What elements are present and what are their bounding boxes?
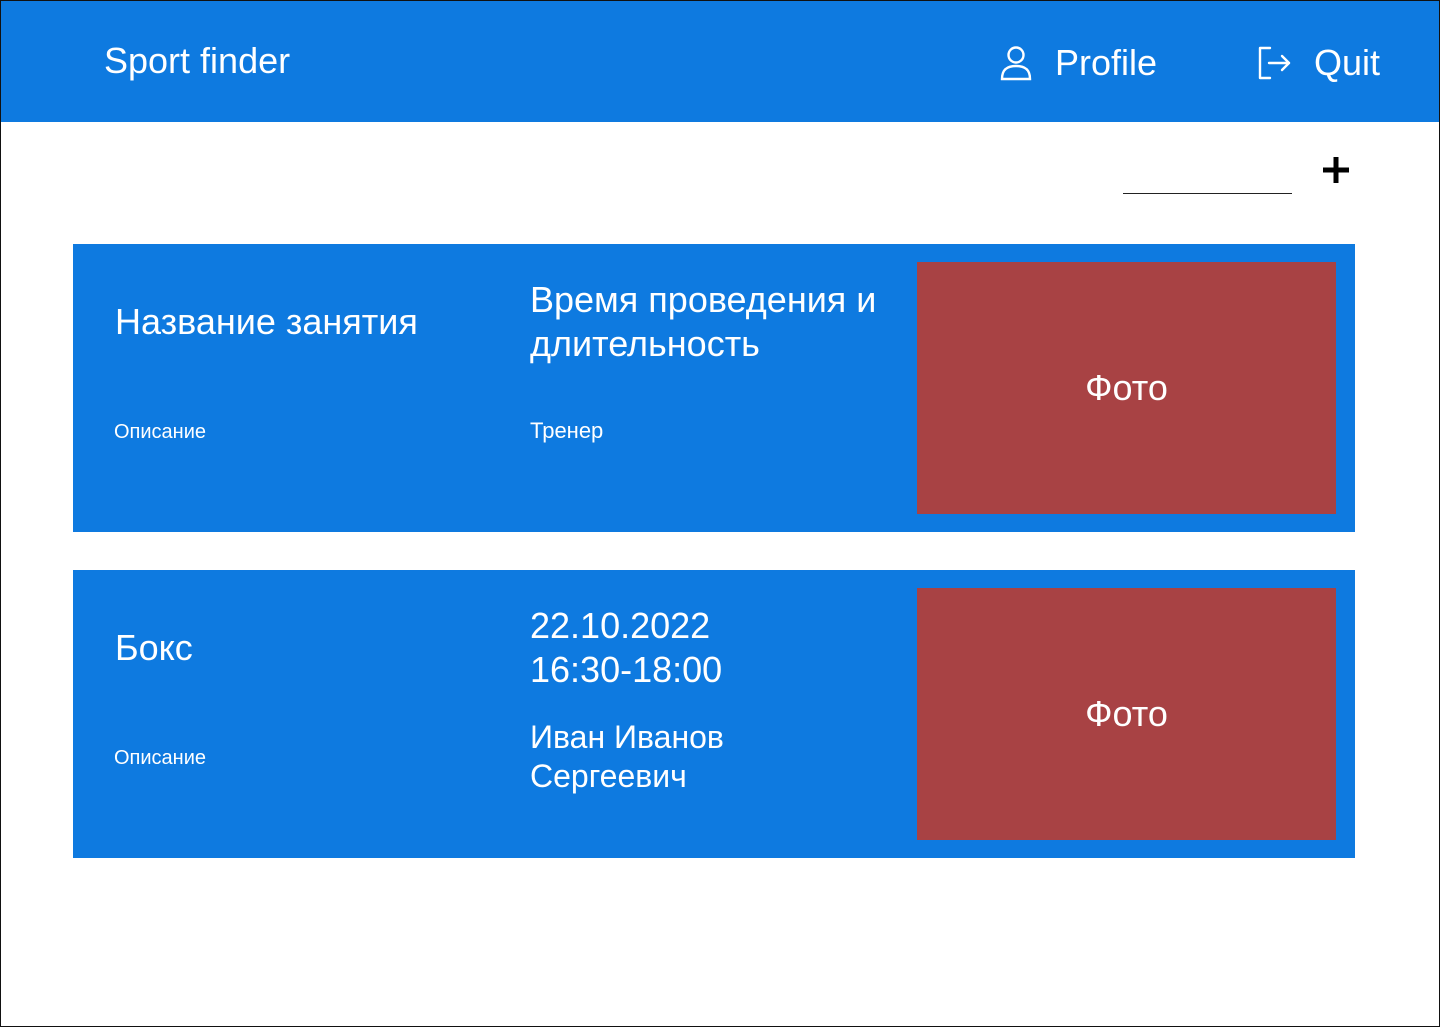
quit-link[interactable]: Quit [1256, 41, 1380, 85]
class-title: Бокс [115, 627, 193, 668]
photo-label: Фото [1085, 367, 1168, 408]
class-time-range: 16:30-18:00 [530, 649, 723, 690]
class-photo: Фото [917, 262, 1336, 514]
class-time: Время проведения и длительность [530, 279, 877, 364]
add-class-button[interactable] [1319, 153, 1353, 187]
user-icon [999, 45, 1033, 81]
plus-icon [1323, 157, 1349, 183]
class-title: Название занятия [115, 301, 418, 342]
photo-label: Фото [1085, 693, 1168, 734]
logout-icon [1256, 45, 1292, 81]
app-title[interactable]: Sport finder [104, 41, 290, 81]
profile-label: Profile [1055, 42, 1158, 83]
search-input-underline[interactable] [1123, 193, 1292, 194]
page: Sport finder Profile Quit Название занят… [0, 0, 1440, 1027]
class-date: 22.10.2022 [530, 605, 711, 646]
class-datetime: 22.10.2022 16:30-18:00 [530, 604, 890, 692]
top-header: Sport finder Profile Quit [1, 1, 1439, 122]
class-trainer: Тренер [530, 418, 604, 443]
class-description: Описание [114, 421, 207, 443]
class-trainer: Иван Иванов Сергеевич [530, 719, 724, 794]
class-card[interactable]: Название занятия Описание Время проведен… [73, 244, 1355, 532]
class-card[interactable]: Бокс Описание 22.10.2022 16:30-18:00 Ива… [73, 570, 1355, 858]
quit-label: Quit [1314, 42, 1381, 83]
profile-link[interactable]: Profile [999, 41, 1157, 85]
class-description: Описание [114, 747, 207, 769]
class-photo: Фото [917, 588, 1336, 840]
